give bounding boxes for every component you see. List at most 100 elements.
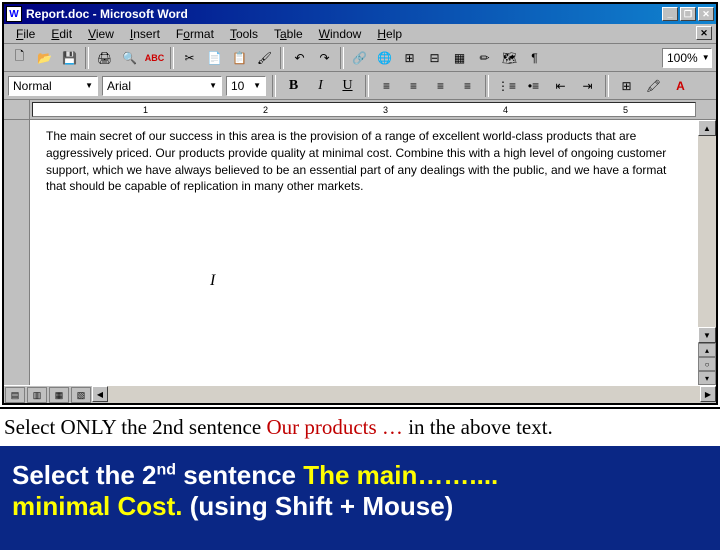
align-right-icon[interactable]: ≡ xyxy=(429,75,452,97)
instruction2-part-c: The main…….... xyxy=(303,460,498,490)
hyperlink-icon[interactable]: 🔗 xyxy=(348,47,371,69)
minimize-button[interactable]: _ xyxy=(662,7,678,21)
columns-icon[interactable]: ▦ xyxy=(448,47,471,69)
horizontal-scrollbar[interactable]: ◀ ▶ xyxy=(92,386,716,403)
instruction2-sup: nd xyxy=(157,461,177,478)
numbered-list-icon[interactable]: ⋮≡ xyxy=(495,75,518,97)
document-area: The main secret of our success in this a… xyxy=(4,120,716,385)
scroll-down-button[interactable]: ▼ xyxy=(698,327,716,343)
close-button[interactable]: ✕ xyxy=(698,7,714,21)
cut-icon[interactable]: ✂ xyxy=(178,47,201,69)
outline-view-button[interactable]: ▧ xyxy=(71,387,91,403)
borders-icon[interactable]: ⊞ xyxy=(615,75,638,97)
undo-icon[interactable]: ↶ xyxy=(288,47,311,69)
italic-button[interactable]: I xyxy=(309,75,332,97)
vertical-scrollbar[interactable]: ▲ ▼ ▴ ○ ▾ xyxy=(698,120,716,385)
open-icon[interactable]: 📂 xyxy=(33,47,56,69)
align-center-icon[interactable]: ≡ xyxy=(402,75,425,97)
instruction-line-1: Select ONLY the 2nd sentence Our product… xyxy=(0,407,720,446)
normal-view-button[interactable]: ▤ xyxy=(5,387,25,403)
bottom-bar: ▤ ▥ ▦ ▧ ◀ ▶ xyxy=(4,385,716,403)
print-preview-icon[interactable]: 🔍 xyxy=(118,47,141,69)
instruction-line-2: Select the 2nd sentence The main…….... m… xyxy=(0,446,720,550)
bold-button[interactable]: B xyxy=(282,75,305,97)
instruction2-part-d: minimal Cost. xyxy=(12,491,182,521)
word-window: W Report.doc - Microsoft Word _ ❐ ✕ File… xyxy=(2,2,718,405)
text-cursor-icon: I xyxy=(210,270,215,292)
menu-tools[interactable]: Tools xyxy=(222,25,266,43)
menu-help[interactable]: Help xyxy=(369,25,410,43)
save-icon[interactable]: 💾 xyxy=(58,47,81,69)
redo-icon[interactable]: ↷ xyxy=(313,47,336,69)
drawing-icon[interactable]: ✏ xyxy=(473,47,496,69)
bullet-list-icon[interactable]: •≡ xyxy=(522,75,545,97)
increase-indent-icon[interactable]: ⇥ xyxy=(576,75,599,97)
menu-file[interactable]: File xyxy=(8,25,43,43)
page-layout-view-button[interactable]: ▦ xyxy=(49,387,69,403)
copy-icon[interactable]: 📄 xyxy=(203,47,226,69)
toolbar-separator xyxy=(365,75,369,97)
font-size-value: 10 xyxy=(231,79,244,93)
hscroll-track[interactable] xyxy=(108,386,700,403)
scroll-left-button[interactable]: ◀ xyxy=(92,386,108,402)
instruction2-part-b: sentence xyxy=(176,460,303,490)
font-size-combo[interactable]: 10▼ xyxy=(226,76,266,96)
show-hide-icon[interactable]: ¶ xyxy=(523,47,546,69)
tables-borders-icon[interactable]: ⊞ xyxy=(398,47,421,69)
instruction2-part-e: (using Shift + Mouse) xyxy=(182,491,453,521)
chevron-down-icon: ▼ xyxy=(81,81,93,90)
instruction1-part-b: Our products … xyxy=(266,415,402,439)
document-text[interactable]: The main secret of our success in this a… xyxy=(46,128,682,195)
ruler-row: 1 2 3 4 5 xyxy=(4,100,716,120)
chevron-down-icon: ▼ xyxy=(698,53,710,62)
new-doc-icon[interactable]: 🗋 xyxy=(8,47,31,69)
font-color-icon[interactable]: A xyxy=(669,75,692,97)
standard-toolbar: 🗋 📂 💾 🖨 🔍 ABC ✂ 📄 📋 🖌 ↶ ↷ 🔗 🌐 ⊞ ⊟ ▦ ✏ 🗺 … xyxy=(4,44,716,72)
print-icon[interactable]: 🖨 xyxy=(93,47,116,69)
ruler-mark-1: 1 xyxy=(143,105,148,115)
document-map-icon[interactable]: 🗺 xyxy=(498,47,521,69)
underline-button[interactable]: U xyxy=(336,75,359,97)
left-margin-bar xyxy=(4,120,30,385)
horizontal-ruler[interactable]: 1 2 3 4 5 xyxy=(32,102,696,117)
document-close-button[interactable]: ✕ xyxy=(696,26,712,40)
scroll-up-button[interactable]: ▲ xyxy=(698,120,716,136)
menubar: File Edit View Insert Format Tools Table… xyxy=(4,24,716,44)
zoom-combo[interactable]: 100%▼ xyxy=(662,48,712,68)
document-page[interactable]: The main secret of our success in this a… xyxy=(30,120,698,385)
style-value: Normal xyxy=(13,79,52,93)
menu-table[interactable]: Table xyxy=(266,25,311,43)
instruction2-part-a: Select the 2 xyxy=(12,460,157,490)
next-page-button[interactable]: ▾ xyxy=(698,371,716,385)
toolbar-separator xyxy=(485,75,489,97)
menu-edit[interactable]: Edit xyxy=(43,25,80,43)
prev-page-button[interactable]: ▴ xyxy=(698,343,716,357)
online-layout-view-button[interactable]: ▥ xyxy=(27,387,47,403)
menu-window[interactable]: Window xyxy=(311,25,370,43)
scroll-right-button[interactable]: ▶ xyxy=(700,386,716,402)
ruler-mark-3: 3 xyxy=(383,105,388,115)
instruction1-part-a: Select ONLY the 2nd sentence xyxy=(4,415,266,439)
menu-format[interactable]: Format xyxy=(168,25,222,43)
toolbar-separator xyxy=(85,47,89,69)
menu-view[interactable]: View xyxy=(80,25,122,43)
restore-button[interactable]: ❐ xyxy=(680,7,696,21)
font-combo[interactable]: Arial▼ xyxy=(102,76,222,96)
ruler-mark-4: 4 xyxy=(503,105,508,115)
scroll-track[interactable] xyxy=(698,136,716,327)
decrease-indent-icon[interactable]: ⇤ xyxy=(549,75,572,97)
format-painter-icon[interactable]: 🖌 xyxy=(253,47,276,69)
toolbar-separator xyxy=(605,75,609,97)
highlight-icon[interactable]: 🖍 xyxy=(642,75,665,97)
justify-icon[interactable]: ≡ xyxy=(456,75,479,97)
paste-icon[interactable]: 📋 xyxy=(228,47,251,69)
align-left-icon[interactable]: ≡ xyxy=(375,75,398,97)
toolbar-separator xyxy=(280,47,284,69)
browse-object-button[interactable]: ○ xyxy=(698,357,716,371)
menu-insert[interactable]: Insert xyxy=(122,25,168,43)
window-controls: _ ❐ ✕ xyxy=(662,7,714,21)
web-toolbar-icon[interactable]: 🌐 xyxy=(373,47,396,69)
spellcheck-icon[interactable]: ABC xyxy=(143,47,166,69)
style-combo[interactable]: Normal ▼ xyxy=(8,76,98,96)
insert-table-icon[interactable]: ⊟ xyxy=(423,47,446,69)
